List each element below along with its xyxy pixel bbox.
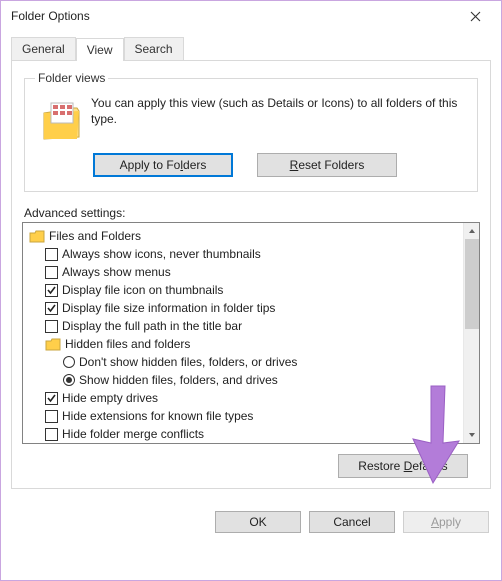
scroll-down-button[interactable]	[464, 427, 480, 443]
tree-content: Files and Folders Always show icons, nev…	[23, 223, 463, 443]
tree-item-label: Always show menus	[62, 265, 171, 279]
tree-item[interactable]: Hide empty drives	[45, 389, 463, 407]
tree-group-files-and-folders[interactable]: Files and Folders	[29, 227, 463, 245]
close-button[interactable]	[455, 1, 495, 31]
folder-icon	[29, 229, 45, 243]
checkbox[interactable]	[45, 284, 58, 297]
tree-item[interactable]: Hide folder merge conflicts	[45, 425, 463, 443]
tree-group-hidden-files[interactable]: Hidden files and folders	[45, 335, 463, 353]
checkbox[interactable]	[45, 248, 58, 261]
ok-button[interactable]: OK	[215, 511, 301, 533]
tree-item[interactable]: Always show icons, never thumbnails	[45, 245, 463, 263]
radio[interactable]	[63, 374, 75, 386]
checkbox[interactable]	[45, 302, 58, 315]
advanced-settings-tree[interactable]: Files and Folders Always show icons, nev…	[22, 222, 480, 444]
scroll-up-button[interactable]	[464, 223, 480, 239]
tree-item-label: Display file icon on thumbnails	[62, 283, 223, 297]
tree-item-label: Display file size information in folder …	[62, 301, 275, 315]
tree-item-label: Show hidden files, folders, and drives	[79, 373, 278, 387]
folder-views-text: You can apply this view (such as Details…	[91, 95, 467, 127]
checkbox[interactable]	[45, 428, 58, 441]
folder-views-group: Folder views You can apply this view (su…	[24, 71, 478, 192]
reset-folders-button[interactable]: Reset Folders	[257, 153, 397, 177]
tree-item-label: Always show icons, never thumbnails	[62, 247, 261, 261]
tab-general[interactable]: General	[11, 37, 76, 60]
tree-item-label: Hide folder merge conflicts	[62, 427, 204, 441]
tree-item-label: Hide extensions for known file types	[62, 409, 253, 423]
folder-views-icon	[41, 101, 83, 143]
tree-item[interactable]: Display file size information in folder …	[45, 299, 463, 317]
radio[interactable]	[63, 356, 75, 368]
close-icon	[470, 11, 481, 22]
tree-item-label: Hide empty drives	[62, 391, 158, 405]
dialog-buttons: OK Cancel Apply	[1, 489, 501, 545]
window-title: Folder Options	[11, 9, 90, 23]
checkbox[interactable]	[45, 392, 58, 405]
tab-strip: General View Search	[11, 37, 501, 60]
checkbox[interactable]	[45, 410, 58, 423]
restore-defaults-button[interactable]: Restore Defaults	[338, 454, 468, 478]
folder-icon	[45, 337, 61, 351]
tree-item[interactable]: Display file icon on thumbnails	[45, 281, 463, 299]
scroll-track[interactable]	[465, 329, 479, 427]
cancel-button[interactable]: Cancel	[309, 511, 395, 533]
scroll-thumb[interactable]	[465, 239, 479, 329]
tree-item[interactable]: Always show menus	[45, 263, 463, 281]
tab-panel-view: Folder views You can apply this view (su…	[11, 60, 491, 489]
tab-search[interactable]: Search	[124, 37, 184, 60]
tree-radio-item[interactable]: Don't show hidden files, folders, or dri…	[63, 353, 463, 371]
checkbox[interactable]	[45, 320, 58, 333]
scrollbar[interactable]	[463, 223, 479, 443]
tab-view[interactable]: View	[76, 38, 124, 61]
title-bar: Folder Options	[1, 1, 501, 31]
apply-to-folders-button[interactable]: Apply to Folders	[93, 153, 233, 177]
advanced-settings-label: Advanced settings:	[24, 206, 478, 220]
tree-item[interactable]: Display the full path in the title bar	[45, 317, 463, 335]
checkbox[interactable]	[45, 266, 58, 279]
tree-radio-item[interactable]: Show hidden files, folders, and drives	[63, 371, 463, 389]
tree-item[interactable]: Hide extensions for known file types	[45, 407, 463, 425]
apply-button[interactable]: Apply	[403, 511, 489, 533]
folder-views-legend: Folder views	[35, 71, 108, 85]
tree-item-label: Display the full path in the title bar	[62, 319, 242, 333]
tree-item-label: Don't show hidden files, folders, or dri…	[79, 355, 297, 369]
